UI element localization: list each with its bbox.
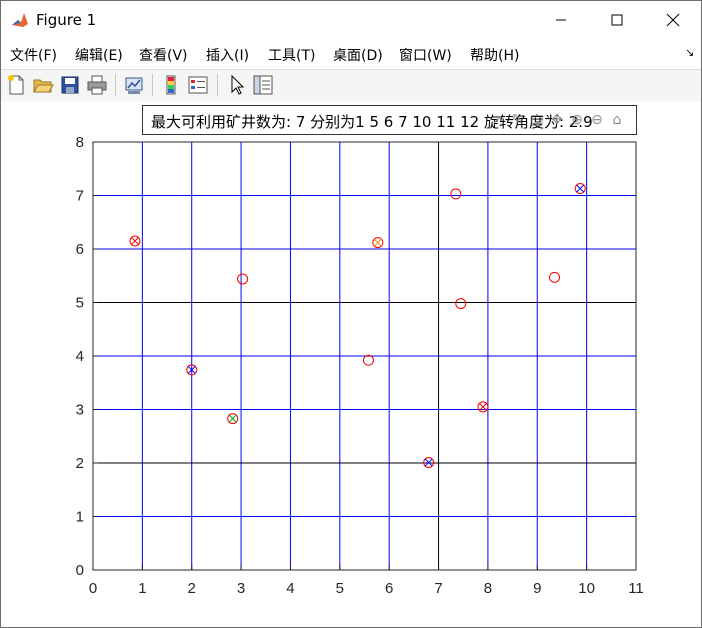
- y-tick-label: 7: [76, 188, 84, 205]
- x-tick-label: 5: [336, 580, 344, 597]
- y-tick-label: 0: [76, 562, 84, 579]
- home-icon[interactable]: ⌂: [608, 110, 626, 130]
- print-icon[interactable]: [86, 74, 108, 96]
- menu-desktop[interactable]: 桌面(D): [333, 45, 383, 65]
- x-tick-label: 3: [237, 580, 245, 597]
- figure-window: Figure 1 文件(F) 编辑(E) 查看(V) 插入(I) 工具(T) 桌…: [0, 0, 702, 628]
- x-tick-label: 0: [89, 580, 97, 597]
- figure-canvas: 0 1 2 3 4 5 6 7 8 9 10 11 0 1 2 3 4 5 6 7 8 最大可利用矿井数为: 7 分别为…: [1, 101, 701, 627]
- menu-help[interactable]: 帮助(H): [470, 45, 519, 65]
- scatter-plot[interactable]: 0 1 2 3 4 5 6 7 8 9 10 11 0 1 2 3 4 5 6 7 8: [1, 101, 701, 627]
- x-tick-label: 4: [286, 580, 294, 597]
- toolbar-separator: [115, 74, 116, 96]
- x-tick-label: 6: [385, 580, 393, 597]
- y-tick-label: 8: [76, 134, 84, 151]
- data-point-circle: [549, 271, 561, 283]
- brush-icon[interactable]: ✎: [508, 110, 526, 130]
- data-point-circle: [455, 298, 467, 310]
- zoom-in-icon[interactable]: ⊕: [568, 110, 586, 130]
- save-icon[interactable]: [59, 74, 81, 96]
- link-plot-icon[interactable]: [123, 74, 145, 96]
- x-tick-label: 8: [484, 580, 492, 597]
- y-tick-label: 5: [76, 295, 84, 312]
- title-bar: Figure 1: [1, 1, 701, 39]
- property-inspector-icon[interactable]: [252, 74, 274, 96]
- y-tick-label: 2: [76, 455, 84, 472]
- toolbar-separator: [152, 74, 153, 96]
- data-point-circle: [362, 354, 374, 366]
- close-button[interactable]: [645, 1, 701, 39]
- new-figure-icon[interactable]: [5, 74, 27, 96]
- insert-colorbar-icon[interactable]: [160, 74, 182, 96]
- maximize-button[interactable]: [589, 1, 645, 39]
- x-tick-label: 7: [434, 580, 442, 597]
- menu-tools[interactable]: 工具(T): [268, 45, 315, 65]
- matlab-icon: [11, 11, 29, 29]
- open-file-icon[interactable]: [32, 74, 54, 96]
- minimize-button[interactable]: [533, 1, 589, 39]
- y-tick-label: 3: [76, 402, 84, 419]
- data-point-circle: [237, 273, 249, 285]
- minimize-icon: [556, 19, 566, 21]
- x-tick-label: 9: [533, 580, 541, 597]
- x-tick-label: 10: [578, 580, 595, 597]
- y-tick-label: 6: [76, 241, 84, 258]
- axes-toolbar: ↗ ✎ □ ✥ ⊕ ⊖ ⌂: [488, 110, 634, 132]
- pointer-icon[interactable]: [225, 74, 247, 96]
- figure-toolbar: [1, 69, 701, 102]
- menu-edit[interactable]: 编辑(E): [75, 45, 123, 65]
- y-tick-label: 1: [76, 509, 84, 526]
- menu-window[interactable]: 窗口(W): [399, 45, 452, 65]
- data-point-circle: [450, 188, 462, 200]
- toolbar-separator: [217, 74, 218, 96]
- insert-legend-icon[interactable]: [187, 74, 209, 96]
- dock-arrow-icon[interactable]: ↘: [685, 46, 694, 59]
- menu-insert[interactable]: 插入(I): [206, 45, 249, 65]
- x-tick-label: 11: [628, 580, 644, 597]
- close-icon: [666, 13, 680, 27]
- menu-view[interactable]: 查看(V): [139, 45, 188, 65]
- maximize-icon: [611, 14, 623, 26]
- x-tick-label: 2: [188, 580, 196, 597]
- y-tick-label: 4: [76, 348, 84, 365]
- x-tick-label: 1: [138, 580, 146, 597]
- menu-file[interactable]: 文件(F): [10, 45, 57, 65]
- export-icon[interactable]: ↗: [488, 110, 506, 130]
- zoom-out-icon[interactable]: ⊖: [588, 110, 606, 130]
- pan-icon[interactable]: ✥: [548, 110, 566, 130]
- menu-bar: 文件(F) 编辑(E) 查看(V) 插入(I) 工具(T) 桌面(D) 窗口(W…: [1, 39, 701, 69]
- datatip-icon[interactable]: □: [528, 110, 546, 130]
- window-title: Figure 1: [36, 11, 97, 29]
